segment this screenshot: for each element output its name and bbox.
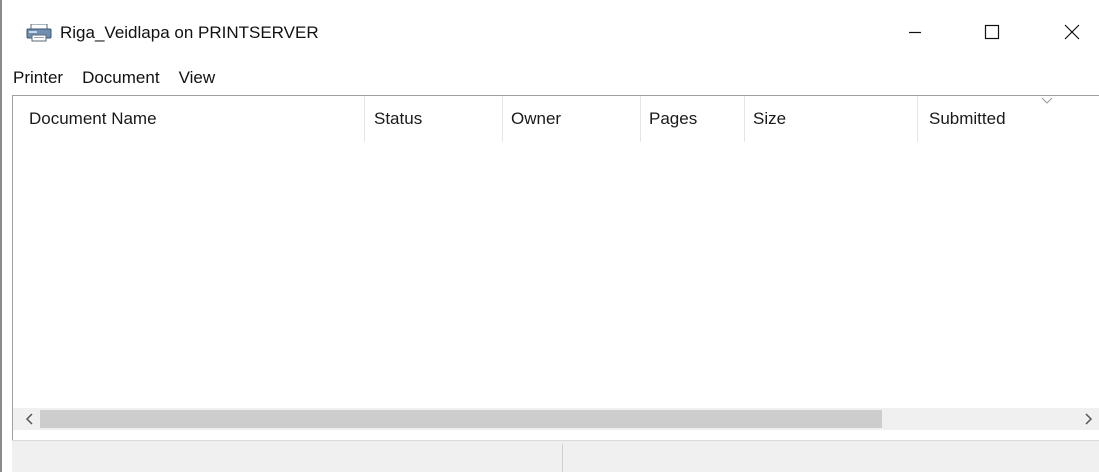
column-header-submitted[interactable]: Submitted: [921, 96, 1091, 142]
menu-document[interactable]: Document: [74, 67, 167, 89]
horizontal-scrollbar[interactable]: [13, 408, 1099, 430]
list-header: Document Name Status Owner Pages Size Su…: [13, 96, 1099, 142]
window-title: Riga_Veidlapa on PRINTSERVER: [60, 23, 319, 42]
status-pane-info: [563, 444, 1099, 472]
column-header-size[interactable]: Size: [745, 96, 917, 142]
status-bar: [12, 440, 1099, 472]
menu-bar: Printer Document View: [2, 64, 1099, 92]
print-queue-window: Riga_Veidlapa on PRINTSERVER Printer Doc…: [0, 0, 1099, 472]
minimize-button[interactable]: [887, 10, 943, 54]
minimize-icon: [909, 31, 921, 34]
chevron-left-icon: [25, 413, 33, 425]
status-pane-documents: [12, 444, 567, 472]
title-bar[interactable]: Riga_Veidlapa on PRINTSERVER: [2, 0, 1099, 64]
printer-icon: [26, 24, 52, 42]
scroll-right-button[interactable]: [1077, 408, 1099, 430]
column-header-status[interactable]: Status: [366, 96, 502, 142]
close-icon: [1064, 24, 1080, 40]
maximize-icon: [984, 24, 1000, 40]
column-header-owner[interactable]: Owner: [503, 96, 640, 142]
scrollbar-thumb[interactable]: [40, 410, 882, 428]
menu-view[interactable]: View: [171, 67, 224, 89]
column-separator[interactable]: [917, 96, 918, 142]
chevron-right-icon: [1085, 413, 1093, 425]
maximize-button[interactable]: [964, 10, 1020, 54]
scroll-left-button[interactable]: [19, 408, 41, 430]
chevron-down-icon: [1041, 97, 1053, 104]
menu-printer[interactable]: Printer: [5, 67, 71, 89]
column-header-pages[interactable]: Pages: [641, 96, 744, 142]
close-button[interactable]: [1044, 10, 1099, 54]
list-body[interactable]: [13, 142, 1099, 407]
document-list[interactable]: Document Name Status Owner Pages Size Su…: [12, 95, 1099, 440]
column-separator[interactable]: [364, 96, 365, 142]
column-header-document-name[interactable]: Document Name: [21, 96, 364, 142]
